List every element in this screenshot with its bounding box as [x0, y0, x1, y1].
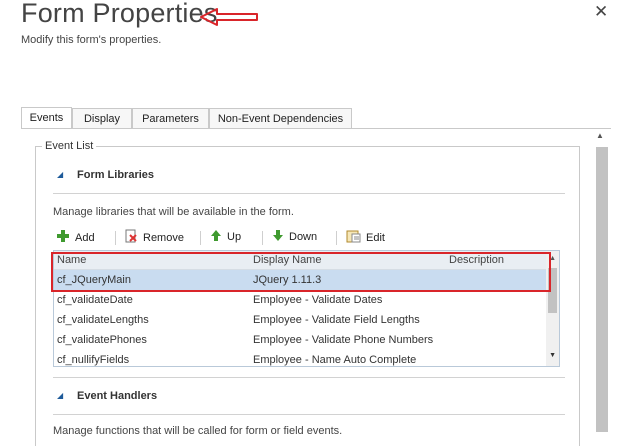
down-label: Down [289, 231, 318, 243]
grid-scrollbar-thumb[interactable] [548, 268, 557, 313]
collapse-triangle-icon[interactable]: ◢ [57, 170, 63, 179]
tab-display[interactable]: Display [72, 108, 132, 128]
remove-button[interactable]: Remove [124, 229, 184, 246]
scroll-up-arrow-icon[interactable]: ▲ [596, 131, 604, 140]
form-libraries-title[interactable]: Form Libraries [77, 169, 154, 181]
down-button[interactable]: Down [272, 229, 317, 245]
grid-header: Name Display Name Description [54, 251, 547, 270]
row-display-name: Employee - Validate Field Lengths [253, 314, 420, 326]
event-handlers-title[interactable]: Event Handlers [77, 390, 157, 402]
row-display-name: Employee - Name Auto Complete [253, 354, 417, 366]
table-row[interactable]: cf_JQueryMain JQuery 1.11.3 [54, 270, 547, 290]
plus-icon [56, 229, 70, 246]
form-libraries-grid: Name Display Name Description cf_JQueryM… [53, 250, 560, 367]
toolbar-separator [336, 231, 337, 245]
section-divider [53, 414, 565, 415]
row-name: cf_JQueryMain [57, 274, 131, 286]
add-button[interactable]: Add [56, 229, 95, 246]
edit-label: Edit [366, 231, 385, 244]
row-display-name: JQuery 1.11.3 [253, 274, 322, 286]
event-list-legend: Event List [42, 140, 97, 152]
remove-document-icon [124, 229, 138, 246]
grid-scroll-down-icon[interactable]: ▼ [549, 352, 556, 359]
add-label: Add [75, 231, 95, 244]
row-name: cf_validateDate [57, 294, 133, 306]
row-name: cf_validateLengths [57, 314, 149, 326]
section-divider [53, 193, 565, 194]
toolbar-separator [115, 231, 116, 245]
up-label: Up [227, 231, 242, 243]
page-title: Form Properties [21, 0, 218, 28]
dialog-subtitle: Modify this form's properties. [21, 34, 162, 46]
column-header-description[interactable]: Description [449, 254, 504, 266]
collapse-triangle-icon[interactable]: ◢ [57, 391, 63, 400]
table-row[interactable]: cf_validatePhones Employee - Validate Ph… [54, 330, 547, 350]
arrow-down-icon [272, 229, 284, 245]
column-header-name[interactable]: Name [57, 254, 86, 266]
row-name: cf_validatePhones [57, 334, 147, 346]
toolbar-separator [200, 231, 201, 245]
toolbar-separator [262, 231, 263, 245]
tab-events[interactable]: Events [21, 107, 72, 128]
table-row[interactable]: cf_nullifyFields Employee - Name Auto Co… [54, 350, 547, 366]
arrow-up-icon [210, 229, 222, 245]
table-row[interactable]: cf_validateLengths Employee - Validate F… [54, 310, 547, 330]
annotation-arrow-icon [199, 6, 261, 33]
tab-strip-divider [21, 128, 611, 129]
event-handlers-description: Manage functions that will be called for… [53, 425, 343, 437]
row-display-name: Employee - Validate Phone Numbers [253, 334, 434, 346]
tab-parameters[interactable]: Parameters [132, 108, 209, 128]
edit-properties-icon [346, 229, 361, 246]
up-button[interactable]: Up [210, 229, 241, 245]
grid-scroll-up-icon[interactable]: ▲ [549, 255, 556, 262]
outer-scrollbar-thumb[interactable] [596, 147, 608, 432]
close-button[interactable]: ✕ [594, 2, 608, 22]
remove-label: Remove [143, 231, 184, 244]
row-display-name: Employee - Validate Dates [253, 294, 383, 306]
row-name: cf_nullifyFields [57, 354, 130, 366]
table-row[interactable]: cf_validateDate Employee - Validate Date… [54, 290, 547, 310]
column-header-display-name[interactable]: Display Name [253, 254, 321, 266]
form-libraries-description: Manage libraries that will be available … [53, 206, 294, 218]
tab-non-event-dependencies[interactable]: Non-Event Dependencies [209, 108, 352, 128]
section-divider [53, 377, 565, 378]
edit-button[interactable]: Edit [346, 229, 385, 246]
